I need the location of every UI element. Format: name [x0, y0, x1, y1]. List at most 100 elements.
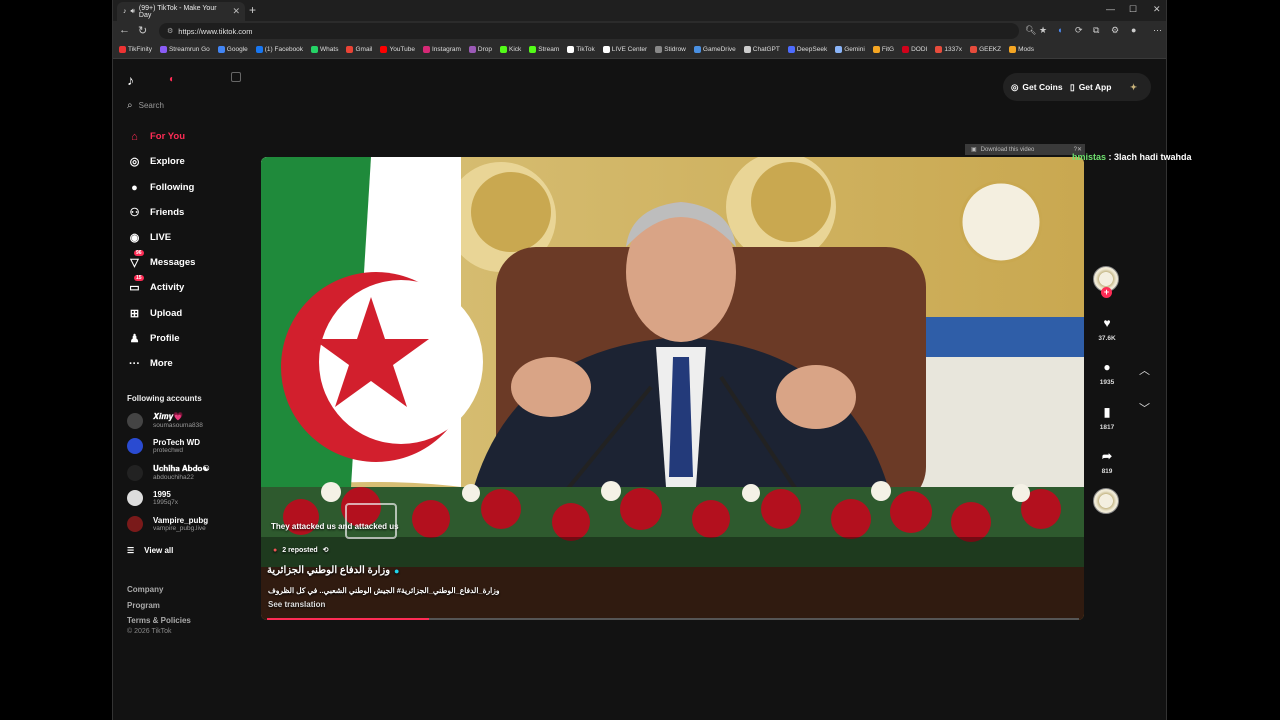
following-account-item[interactable]: 𝑿𝒊𝒎𝒚💗 soumasouma838 — [127, 412, 203, 429]
get-app-label: Get App — [1078, 82, 1112, 92]
bookmark-item[interactable]: Instagram — [423, 46, 461, 53]
address-toolbar: ← ↻ ⚙ https://www.tiktok.com 🔍︎ ★ ◖ ⟳ ⧉ … — [113, 21, 1166, 41]
following-account-item[interactable]: 𝐔𝐜𝐡𝐢𝐡𝐚 𝐀𝐛𝐝𝐨☯ abdouchiha22 — [127, 464, 210, 481]
bookmark-favicon-icon — [311, 46, 319, 53]
bookmarks-bar: TikFinity Streamrun Go Google (1) Facebook W… — [113, 41, 1166, 59]
bookmark-item[interactable]: Gmail — [346, 46, 372, 53]
bookmark-label: TikFinity — [128, 46, 152, 53]
extension-icon[interactable]: ◖ — [1057, 25, 1062, 35]
bookmark-item[interactable]: Kick — [500, 46, 521, 53]
bookmark-favicon-icon — [693, 46, 701, 53]
tiktok-logo-icon[interactable]: ♪ — [127, 72, 134, 88]
sidebar-item-live[interactable]: ◉ LIVE — [127, 230, 171, 245]
sidebar-item-for-you[interactable]: ⌂ For You — [127, 129, 185, 144]
following-account-item[interactable]: ProTech WD protechwd — [127, 438, 200, 454]
view-all-button[interactable]: ☰ View all — [127, 546, 173, 555]
sidebar-item-profile[interactable]: ♟ Profile — [127, 331, 180, 346]
bookmark-item[interactable]: FitG — [872, 46, 894, 53]
user-avatar[interactable]: ✦ — [1130, 76, 1137, 98]
bookmark-favicon-icon — [380, 46, 388, 53]
new-tab-button[interactable]: + — [249, 3, 256, 17]
footer-company-link[interactable]: Company — [127, 585, 163, 594]
zoom-icon[interactable]: 🔍︎ — [1025, 25, 1036, 36]
bookmark-item[interactable]: Google — [217, 46, 248, 53]
sidebar-item-activity[interactable]: ▭ 15 Activity — [127, 275, 184, 295]
site-info-icon[interactable]: ⚙ — [167, 27, 173, 35]
video-player[interactable]: They attacked us and attacked us ● 2 rep… — [261, 157, 1084, 620]
reload-icon[interactable]: ↻ — [138, 24, 147, 37]
bookmark-item[interactable]: GEEKZ — [970, 46, 1001, 53]
chevron-down-icon[interactable]: ﹀ — [1139, 400, 1150, 416]
sidebar-item-messages[interactable]: ▽ 96 Messages — [127, 250, 196, 270]
comment-button[interactable]: ● 1935 — [1093, 360, 1121, 386]
bookmark-item[interactable]: 1337x — [935, 46, 962, 53]
bookmark-label: 1337x — [944, 46, 963, 53]
address-bar[interactable]: ⚙ https://www.tiktok.com — [159, 23, 1019, 39]
bookmark-item[interactable]: Mods — [1009, 46, 1034, 53]
close-tab-icon[interactable]: ✕ — [232, 6, 240, 17]
bookmark-item[interactable]: Whats — [311, 46, 338, 53]
sidebar-item-more[interactable]: ··· More — [127, 356, 173, 371]
maximize-icon[interactable]: ☐ — [1129, 4, 1137, 15]
menu-kebab-icon[interactable]: ⋯ — [1153, 25, 1162, 36]
video-frame — [261, 157, 1084, 620]
video-progress-bar[interactable] — [267, 618, 1079, 620]
stream-chat-message: hmistas : 3lach hadi twahda — [1072, 152, 1192, 162]
account-name: 𝑿𝒊𝒎𝒚💗 — [153, 412, 184, 421]
following-account-item[interactable]: Vampire_pubg vampire_pubg.live — [127, 516, 208, 532]
gear-icon[interactable]: ⚙ — [1111, 25, 1119, 36]
footer-program-link[interactable]: Program — [127, 601, 160, 610]
sidebar-item-friends[interactable]: ⚇ Friends — [127, 205, 185, 220]
bookmark-item[interactable]: GameDrive — [693, 46, 736, 53]
download-label: Download this video — [980, 146, 1035, 153]
collapse-sidebar-icon[interactable] — [231, 72, 241, 82]
extensions-puzzle-icon[interactable]: ⧉ — [1093, 25, 1099, 36]
like-button[interactable]: ♥ 37.6K — [1093, 316, 1121, 342]
bookmark-item[interactable]: Gemini — [835, 46, 865, 53]
sound-disc[interactable] — [1093, 488, 1119, 514]
profile-avatar-icon[interactable]: ● — [1131, 25, 1136, 35]
tiktok-favicon-icon: ♪ — [123, 8, 127, 15]
follow-plus-icon[interactable]: + — [1101, 287, 1112, 298]
bookmark-item[interactable]: Stidrow — [655, 46, 686, 53]
footer-terms-link[interactable]: Terms & Policies — [127, 616, 191, 625]
bookmark-item[interactable]: TikFinity — [119, 46, 152, 53]
bookmark-favicon-icon — [970, 46, 978, 53]
share-button[interactable]: ➦ 819 — [1093, 449, 1121, 475]
bookmark-item[interactable]: DODI — [902, 46, 927, 53]
bookmark-label: ChatGPT — [752, 46, 780, 53]
sidebar-item-following[interactable]: ● Following — [127, 180, 194, 195]
search-input[interactable]: ⌕ Search — [127, 100, 164, 111]
bookmark-item[interactable]: ChatGPT — [743, 46, 780, 53]
see-translation-link[interactable]: See translation — [268, 600, 325, 609]
bookmark-item[interactable]: (1) Facebook — [255, 46, 303, 53]
refresh-extension-icon[interactable]: ⟳ — [1075, 25, 1083, 36]
back-icon[interactable]: ← — [119, 24, 130, 36]
bookmark-item[interactable]: Drop — [468, 46, 492, 53]
download-video-banner[interactable]: ▣ Download this video ?✕ — [965, 144, 1085, 155]
bookmark-star-icon[interactable]: ★ — [1039, 25, 1047, 36]
browser-tab[interactable]: ♪ 🔊︎ (99+) TikTok - Make Your Day ✕ — [117, 2, 245, 21]
bookmark-item[interactable]: YouTube — [380, 46, 415, 53]
sidebar-item-upload[interactable]: ⊞ Upload — [127, 306, 182, 321]
sidebar-item-explore[interactable]: ◎ Explore — [127, 154, 185, 169]
reposted-info[interactable]: ● 2 reposted ⟲ — [273, 546, 329, 555]
minimize-icon[interactable]: — — [1106, 4, 1115, 14]
bookmark-label: Instagram — [432, 46, 461, 53]
chevron-up-icon[interactable]: ︿ — [1139, 362, 1150, 378]
save-button[interactable]: ▮ 1817 — [1093, 405, 1121, 431]
close-window-icon[interactable]: ✕ — [1153, 4, 1161, 15]
video-author[interactable]: وزارة الدفاع الوطني الجزائرية ● — [267, 565, 399, 576]
bookmark-favicon-icon — [529, 46, 537, 53]
get-coins-button[interactable]: ◎ Get Coins — [1011, 76, 1063, 98]
bookmark-item[interactable]: Streamrun Go — [159, 46, 210, 53]
get-app-button[interactable]: ▯ Get App — [1070, 76, 1111, 98]
bookmark-item[interactable]: DeepSeek — [787, 46, 827, 53]
sidebar-item-label: Messages — [150, 257, 196, 268]
sidebar-item-label: Profile — [150, 333, 180, 344]
following-account-item[interactable]: 1995 1995q7x — [127, 490, 178, 506]
bookmark-item[interactable]: Stream — [529, 46, 559, 53]
bookmark-item[interactable]: LIVE Center — [602, 46, 647, 53]
bookmark-item[interactable]: TikTok — [567, 46, 595, 53]
account-username: vampire_pubg.live — [153, 525, 206, 532]
